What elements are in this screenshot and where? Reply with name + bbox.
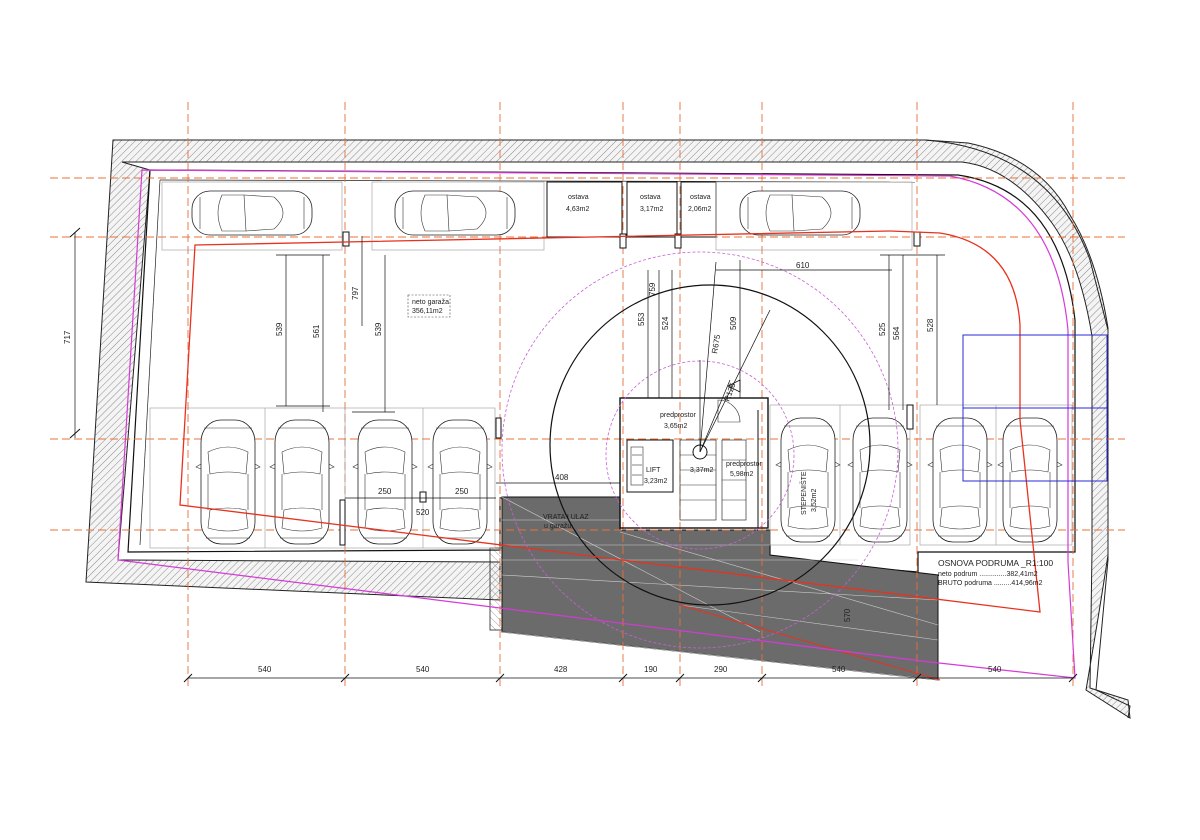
dim-bottom-7: 540 [988,665,1002,674]
dim-553: 553 [637,312,646,326]
car-bottom-7 [927,417,993,543]
dim-564: 564 [892,326,901,340]
column-stub-2 [906,404,914,430]
neto-garaza-name: neto garaža [412,299,449,306]
column-stub-3 [339,499,346,546]
radius-line-4 [699,261,717,453]
dim-717: 717 [63,330,72,344]
car-top-2 [394,190,516,236]
car-bottom-2 [269,419,335,545]
ostava-1-area: 4,63m2 [566,206,589,213]
lift-area: 3,23m2 [644,478,667,485]
entrance-label-2: u garažu [544,523,571,530]
legend-title: OSNOVA PODRUMA _R1:100 [938,558,1053,568]
dim-610: 610 [796,261,810,270]
dim-408: 408 [555,473,569,482]
dim-539-b: 539 [374,322,383,336]
predprostor-2-name: predprostor [726,461,762,468]
car-top-3 [739,190,861,236]
ostava-2-name: ostava [640,194,661,201]
dim-561: 561 [312,324,321,338]
stepeniste-area: 3,52m2 [811,489,818,512]
car-bottom-4 [427,419,493,545]
dim-539-a: 539 [275,322,284,336]
car-bottom-5 [775,417,841,543]
bottom-dimension-chain [183,673,1078,683]
dim-570: 570 [843,608,852,622]
car-bottom-6 [847,417,913,543]
column-stub-1 [495,417,502,439]
dim-250-a: 250 [378,487,392,496]
ostava-3-name: ostava [690,194,711,201]
inner-wall-top [159,179,916,183]
dim-bottom-2: 540 [416,665,430,674]
dim-r125: R125 [722,381,737,403]
lift-name: LIFT [646,467,661,474]
car-top-1 [191,190,313,236]
dim-797: 797 [351,286,360,300]
stepeniste-name: STEPENIŠTE [799,471,808,515]
legend-neto: neto podrum ..............382,41m2 [938,571,1038,578]
core-block [619,379,769,529]
dim-bottom-5: 290 [714,665,728,674]
dim-bottom-3: 428 [554,665,568,674]
dim-759: 759 [648,282,657,296]
dim-525: 525 [878,322,887,336]
dim-520: 520 [416,508,430,517]
dim-250-b: 250 [455,487,469,496]
neto-garaza-area: 356,11m2 [412,308,443,315]
ostava-2-area: 3,17m2 [640,206,663,213]
lobby-area: 3,37m2 [690,467,713,474]
car-bottom-8 [997,417,1063,543]
car-bottom-3 [352,419,418,545]
car-bottom-1 [195,419,261,545]
ostava-3-area: 2,06m2 [688,206,711,213]
predprostor-1-name: predprostor [660,412,696,419]
predprostor-2-area: 5,98m2 [730,471,753,478]
dim-528: 528 [926,318,935,332]
dim-bottom-4: 190 [644,665,658,674]
basement-floor-plan: ostava 4,63m2 ostava 3,17m2 ostava 2,06m… [50,102,1131,719]
legend-bruto: BRUTO podruma .........414,96m2 [938,580,1043,587]
predprostor-1-area: 3,65m2 [664,423,687,430]
column-stub-4 [419,491,427,503]
ostava-1-name: ostava [568,194,589,201]
dim-bottom-6: 540 [832,665,846,674]
dim-bottom-1: 540 [258,665,272,674]
dim-509: 509 [729,316,738,330]
dim-r675: R675 [710,333,722,354]
dim-524: 524 [661,316,670,330]
